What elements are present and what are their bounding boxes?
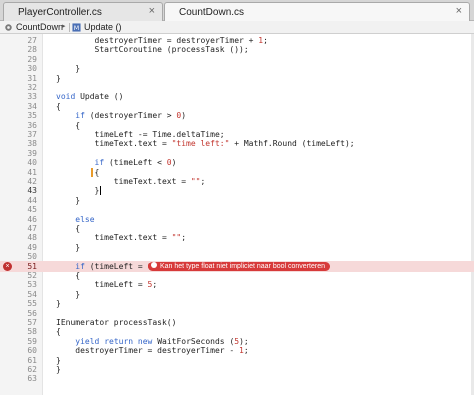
gear-icon bbox=[5, 24, 12, 31]
breadcrumb: CountDown ▸ M Update () bbox=[0, 21, 474, 34]
method-name: Update () bbox=[84, 22, 122, 32]
class-name: CountDown bbox=[16, 22, 64, 32]
tab-label: PlayerController.cs bbox=[18, 7, 102, 18]
tab-bar: PlayerController.cs × CountDown.cs × bbox=[0, 0, 474, 21]
method-icon: M bbox=[72, 23, 81, 32]
close-icon[interactable]: × bbox=[456, 5, 462, 17]
tab-countdown[interactable]: CountDown.cs × bbox=[164, 2, 470, 21]
tab-player-controller[interactable]: PlayerController.cs × bbox=[3, 2, 163, 21]
code-line[interactable]: 63 bbox=[0, 373, 474, 384]
error-message: Kan het type float niet impliciet naar b… bbox=[160, 262, 325, 270]
error-dot-icon bbox=[151, 262, 157, 269]
svg-text:M: M bbox=[74, 25, 79, 32]
separator bbox=[69, 23, 70, 32]
close-icon[interactable]: × bbox=[149, 5, 155, 17]
method-selector[interactable]: M Update () bbox=[72, 21, 122, 33]
tab-label: CountDown.cs bbox=[179, 7, 245, 18]
line-number: 63 bbox=[27, 374, 37, 384]
chevron-right-icon: ▸ bbox=[62, 23, 66, 30]
class-selector[interactable]: CountDown bbox=[4, 21, 63, 33]
